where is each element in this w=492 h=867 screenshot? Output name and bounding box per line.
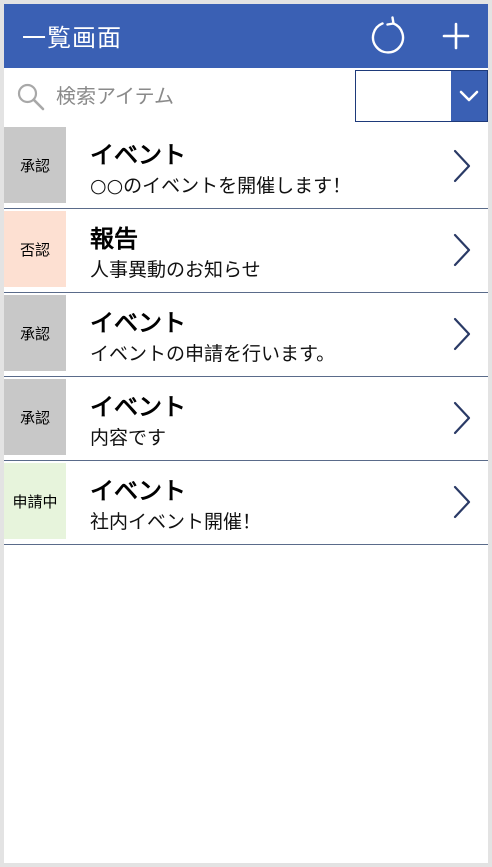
list-item[interactable]: 承認 イベント ○○のイベントを開催します！ bbox=[4, 125, 488, 209]
chevron-right-icon bbox=[453, 401, 471, 435]
item-title: イベント bbox=[90, 393, 186, 421]
item-subtitle: 社内イベント開催！ bbox=[90, 511, 262, 533]
chevron-right-icon bbox=[453, 233, 471, 267]
refresh-button[interactable] bbox=[368, 16, 408, 56]
list-item[interactable]: 承認 イベント イベントの申請を行います。 bbox=[4, 293, 488, 377]
item-title: イベント bbox=[90, 309, 186, 337]
search-row bbox=[4, 70, 488, 124]
refresh-icon bbox=[371, 16, 405, 54]
status-badge: 承認 bbox=[4, 295, 66, 371]
status-badge: 承認 bbox=[4, 127, 66, 203]
list-item[interactable]: 否認 報告 人事異動のお知らせ bbox=[4, 209, 488, 293]
chevron-right-icon bbox=[453, 317, 471, 351]
item-subtitle: イベントの申請を行います。 bbox=[90, 343, 336, 365]
status-badge: 否認 bbox=[4, 211, 66, 287]
dropdown-toggle[interactable] bbox=[451, 71, 487, 121]
item-title: 報告 bbox=[90, 225, 138, 253]
item-subtitle: 人事異動のお知らせ bbox=[90, 259, 261, 281]
filter-dropdown[interactable] bbox=[355, 70, 488, 122]
app-window: 一覧画面 検索アイテム 承認 イベント ○○のイベントを開催します！ 否認 報告… bbox=[4, 4, 488, 863]
item-subtitle: ○○のイベントを開催します！ bbox=[90, 175, 352, 197]
item-title: イベント bbox=[90, 477, 186, 505]
search-input[interactable] bbox=[54, 78, 346, 114]
item-subtitle: 内容です bbox=[90, 427, 167, 449]
item-list: 承認 イベント ○○のイベントを開催します！ 否認 報告 人事異動のお知らせ 承… bbox=[4, 125, 488, 545]
search-box bbox=[4, 70, 354, 122]
list-item[interactable]: 承認 イベント 内容です bbox=[4, 377, 488, 461]
add-button[interactable] bbox=[436, 16, 476, 56]
header-bar: 一覧画面 bbox=[4, 4, 488, 68]
item-title: イベント bbox=[90, 141, 186, 169]
chevron-down-icon bbox=[459, 90, 479, 102]
status-badge: 申請中 bbox=[4, 463, 66, 539]
chevron-right-icon bbox=[453, 485, 471, 519]
page-title: 一覧画面 bbox=[22, 24, 122, 52]
chevron-right-icon bbox=[453, 149, 471, 183]
search-icon bbox=[17, 83, 45, 111]
list-item[interactable]: 申請中 イベント 社内イベント開催！ bbox=[4, 461, 488, 545]
status-badge: 承認 bbox=[4, 379, 66, 455]
plus-icon bbox=[442, 22, 470, 50]
